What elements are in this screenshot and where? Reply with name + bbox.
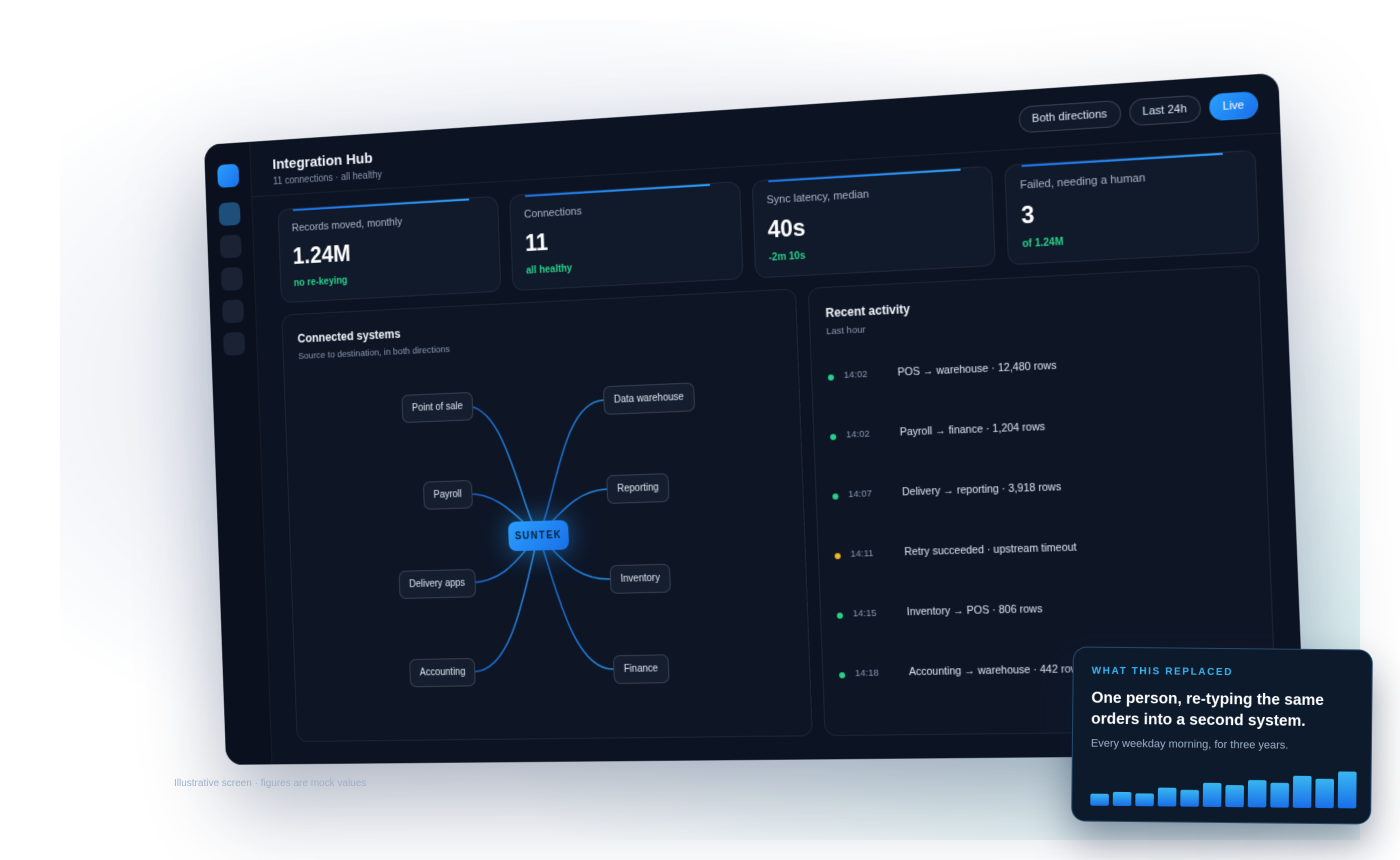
activity-time: 14:07: [848, 488, 873, 501]
system-node-accounting[interactable]: Accounting: [409, 657, 477, 688]
callout-bar: [1112, 791, 1132, 807]
callout-bar: [1202, 782, 1222, 807]
kpi-note: all healthy: [525, 263, 573, 277]
kpi-value: 11: [524, 229, 549, 256]
activity-row[interactable]: 14:07 Delivery → reporting · 3,918 rows: [832, 474, 1251, 547]
nav-item-integrations[interactable]: [218, 201, 241, 227]
callout-bar: [1157, 787, 1177, 807]
nav-item-4[interactable]: [221, 299, 245, 324]
nav-item-2[interactable]: [219, 234, 242, 259]
system-node-reporting[interactable]: Reporting: [606, 473, 670, 504]
callout-card: WHAT THIS REPLACED One person, re-typing…: [1071, 646, 1373, 825]
system-node-point-of-sale[interactable]: Point of sale: [401, 391, 474, 424]
system-node-payroll[interactable]: Payroll: [422, 479, 473, 510]
activity-text: Accounting → warehouse · 442 rows: [908, 663, 1085, 679]
filter-both-directions[interactable]: Both directions: [1018, 99, 1122, 134]
filter-time-range[interactable]: Last 24h: [1128, 94, 1202, 127]
status-dot: [832, 493, 839, 500]
kpi-accent-bar: [292, 198, 470, 212]
footnote: Illustrative screen · figures are mock v…: [174, 778, 367, 789]
kpi-note: of 1.24M: [1022, 236, 1064, 251]
app-logo[interactable]: [217, 163, 240, 188]
kpi-value: 3: [1020, 201, 1035, 229]
system-node-finance[interactable]: Finance: [612, 654, 670, 685]
activity-row[interactable]: 14:11 Retry succeeded · upstream timeout: [834, 535, 1253, 606]
activity-text: Delivery → reporting · 3,918 rows: [901, 481, 1062, 499]
kpi-note: no re-keying: [293, 275, 348, 289]
status-dot: [830, 433, 837, 441]
panel-subtitle: Last hour: [826, 324, 866, 338]
connected-systems-panel: Connected systems Source to destination,…: [281, 288, 813, 743]
kpi-value: 1.24M: [292, 240, 351, 269]
system-node-delivery-apps[interactable]: Delivery apps: [398, 568, 476, 600]
kpi-label: Connections: [523, 205, 582, 221]
callout-bar: [1180, 789, 1199, 807]
connector-lines: [282, 289, 813, 743]
system-node-inventory[interactable]: Inventory: [609, 563, 672, 594]
kpi-label: Sync latency, median: [766, 188, 870, 207]
activity-text: Inventory → POS · 806 rows: [906, 603, 1043, 619]
callout-bar: [1225, 785, 1244, 808]
nav-rail: [204, 141, 273, 765]
kpi-note: -2m 10s: [768, 250, 806, 264]
kpi-value: 40s: [767, 214, 806, 243]
systems-diagram: Point of sale Payroll Delivery apps Acco…: [282, 289, 813, 743]
kpi-accent-bar: [525, 183, 710, 198]
callout-bar: [1090, 793, 1109, 806]
live-toggle[interactable]: Live: [1208, 90, 1259, 122]
activity-time: 14:15: [852, 607, 877, 620]
activity-time: 14:18: [854, 667, 879, 680]
status-dot: [827, 374, 835, 381]
callout-bar: [1292, 775, 1312, 808]
nav-item-3[interactable]: [220, 266, 243, 291]
page-title: Integration Hub: [272, 150, 373, 173]
kpi-card-failed: Failed, needing a human 3 of 1.24M: [1003, 149, 1260, 266]
kpi-card-connections: Connections 11 all healthy: [509, 181, 744, 292]
callout-bar: [1315, 778, 1335, 809]
status-dot: [834, 552, 841, 560]
kpi-accent-bar: [1021, 152, 1223, 168]
system-node-data-warehouse[interactable]: Data warehouse: [602, 382, 695, 415]
kpi-label: Records moved, monthly: [291, 216, 403, 235]
hub-node[interactable]: SUNTEK: [507, 520, 570, 552]
activity-time: 14:02: [843, 368, 868, 382]
activity-text: POS → warehouse · 12,480 rows: [897, 359, 1057, 379]
activity-time: 14:11: [850, 548, 874, 560]
callout-bar: [1247, 780, 1267, 808]
kpi-label: Failed, needing a human: [1019, 172, 1146, 192]
callout-bar-chart: [1090, 771, 1357, 809]
kpi-accent-bar: [767, 168, 961, 183]
callout-bar: [1135, 793, 1154, 807]
status-dot: [836, 612, 844, 619]
filter-pills: Both directions Last 24h Live: [1018, 90, 1259, 134]
kpi-card-records: Records moved, monthly 1.24M no re-keyin…: [277, 195, 502, 304]
nav-item-5[interactable]: [223, 331, 246, 356]
callout-kicker: WHAT THIS REPLACED: [1091, 665, 1234, 679]
callout-title: One person, re-typing the same orders in…: [1091, 689, 1325, 730]
callout-subtitle: Every weekday morning, for three years.: [1090, 737, 1289, 752]
kpi-card-latency: Sync latency, median 40s -2m 10s: [751, 165, 996, 279]
callout-bar: [1337, 771, 1357, 809]
activity-text: Retry succeeded · upstream timeout: [904, 541, 1077, 559]
page-subtitle: 11 connections · all healthy: [272, 169, 383, 188]
callout-bar: [1270, 782, 1289, 808]
status-dot: [839, 672, 846, 679]
activity-time: 14:02: [845, 428, 870, 441]
panel-title: Recent activity: [825, 301, 911, 321]
